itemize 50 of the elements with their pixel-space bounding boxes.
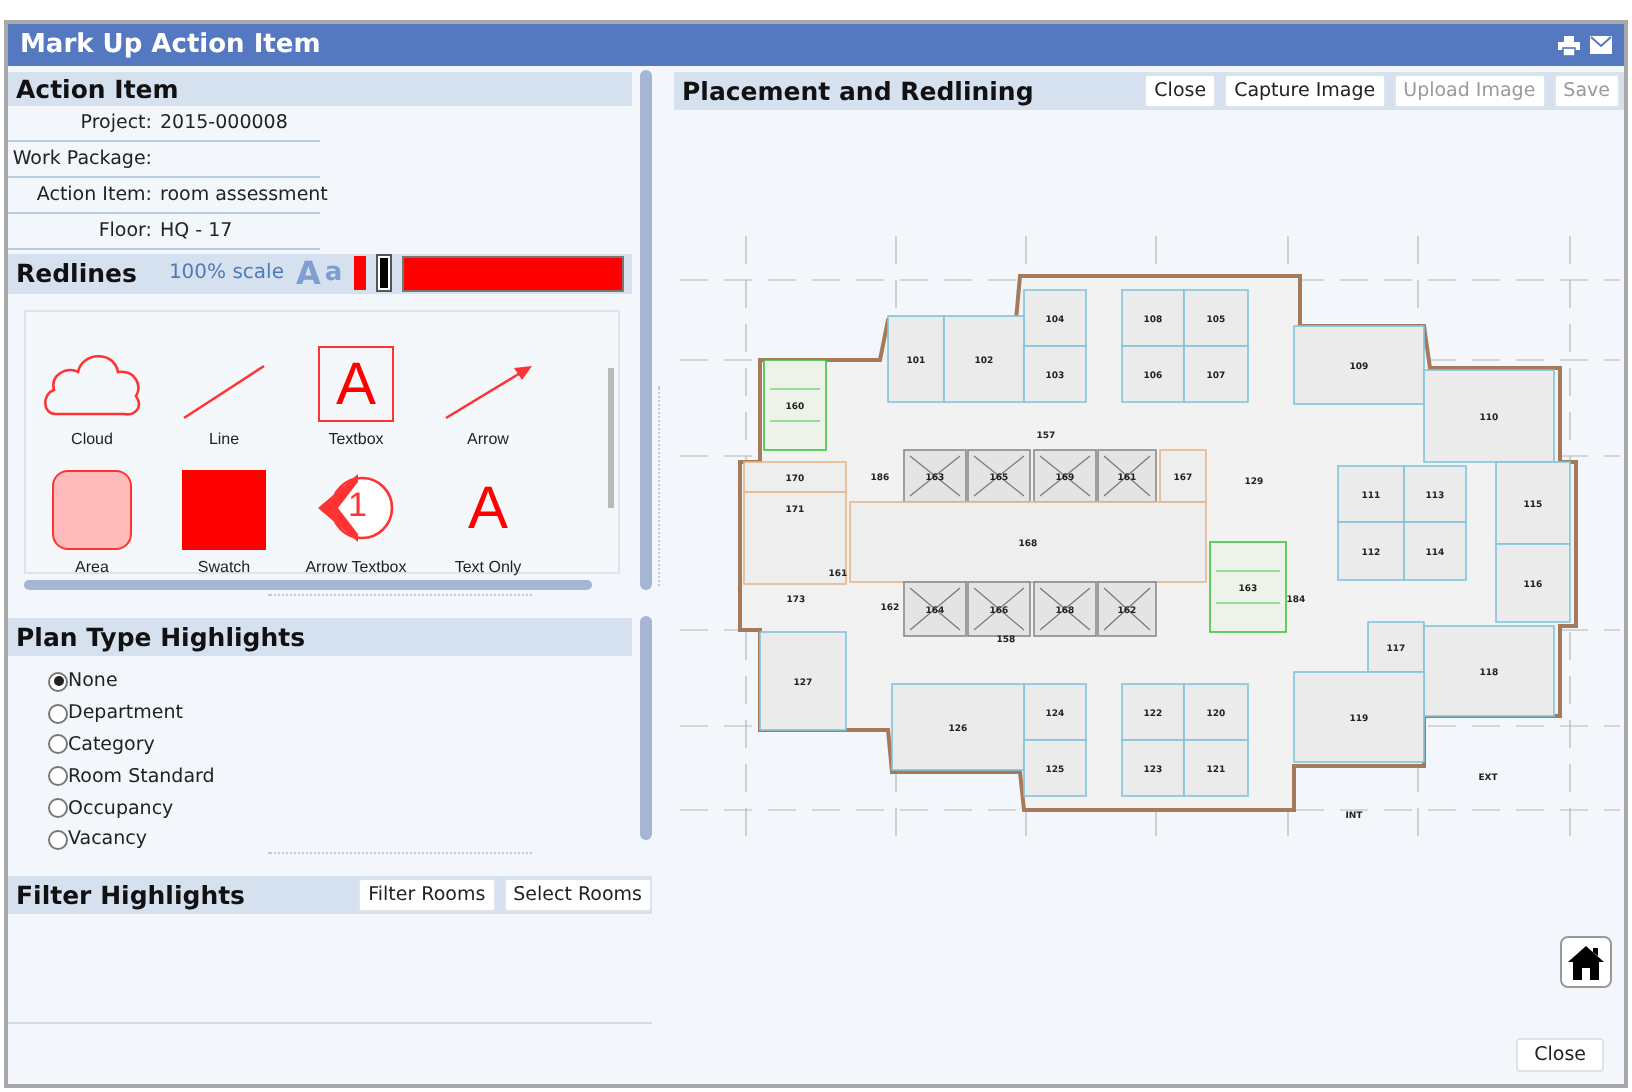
field-label: Action Item: <box>34 184 152 207</box>
redline-tool[interactable]: A Text Only <box>422 447 554 576</box>
color-swatch[interactable] <box>354 256 367 291</box>
radio-option[interactable]: Occupancy <box>48 792 632 824</box>
radio-option[interactable]: None <box>48 666 632 698</box>
color-swatch[interactable] <box>378 256 391 291</box>
redline-tool[interactable]: Swatch <box>158 447 290 576</box>
field-value: 2015-000008 <box>160 112 290 135</box>
redline-tool[interactable]: Cloud <box>26 319 158 448</box>
field-value: HQ - 17 <box>160 220 235 243</box>
field-label: Project: <box>78 112 152 135</box>
radio-option[interactable]: Room Standard <box>48 760 632 793</box>
scrollbar[interactable] <box>640 616 652 840</box>
redline-tool[interactable]: Arrow <box>422 319 554 448</box>
redline-tool[interactable]: A Textbox <box>290 319 422 448</box>
radio-option[interactable]: Department <box>48 697 632 730</box>
field-value: room assessment <box>160 184 328 207</box>
text-only-icon: A <box>467 469 508 550</box>
section-title: Placement and Redlining <box>682 76 1034 106</box>
field-label: Work Package: <box>10 148 152 171</box>
redline-tool[interactable]: Area <box>26 447 158 576</box>
section-title: Filter Highlights <box>16 880 246 910</box>
redline-tool[interactable]: Line <box>158 319 290 448</box>
color-bar[interactable] <box>402 255 624 292</box>
toolbar-button[interactable]: Capture Image <box>1224 74 1386 108</box>
radio-option[interactable]: Category <box>48 729 632 761</box>
arrow-icon <box>442 361 534 422</box>
section-title: Action Item <box>16 74 179 105</box>
print-icon[interactable] <box>1558 35 1580 55</box>
field-label: Floor: <box>96 220 152 243</box>
line-icon <box>180 361 268 422</box>
swatch-icon <box>182 469 266 550</box>
section-title: Redlines <box>16 258 137 289</box>
scrollbar[interactable] <box>608 367 614 508</box>
home-button[interactable] <box>1560 936 1612 988</box>
textbox-icon: A <box>318 345 394 422</box>
filter-button[interactable]: Select Rooms <box>503 878 652 912</box>
scrollbar[interactable] <box>640 70 652 590</box>
section-title: Plan Type Highlights <box>16 622 306 652</box>
area-icon <box>52 469 132 550</box>
filter-button[interactable]: Filter Rooms <box>358 878 496 912</box>
window-title: Mark Up Action Item <box>20 30 323 60</box>
mail-icon[interactable] <box>1590 36 1612 54</box>
redline-tool[interactable]: 1 Arrow Textbox <box>290 447 422 576</box>
home-icon <box>1568 945 1604 979</box>
toolbar-button[interactable]: Close <box>1144 74 1217 108</box>
close-button[interactable]: Close <box>1516 1037 1604 1071</box>
scrollbar[interactable] <box>24 579 592 590</box>
radio-option[interactable]: Vacancy <box>48 823 632 856</box>
scale-label: 100% scale <box>168 262 284 285</box>
